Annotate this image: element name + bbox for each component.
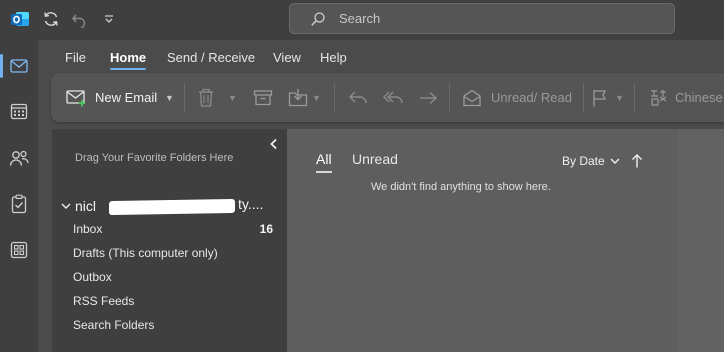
undo-icon[interactable] bbox=[71, 10, 89, 28]
title-bar: Search bbox=[0, 0, 724, 40]
chinese-conversion-icon bbox=[651, 89, 667, 106]
sort-direction-button[interactable] bbox=[630, 153, 644, 169]
folder-drafts[interactable]: Drafts (This computer only) bbox=[73, 243, 273, 263]
new-email-icon bbox=[66, 89, 86, 106]
favorites-drop-hint: Drag Your Favorite Folders Here bbox=[75, 152, 234, 164]
new-email-button[interactable]: New Email bbox=[66, 73, 157, 122]
move-button[interactable]: ▼ bbox=[288, 73, 321, 122]
folder-inbox[interactable]: Inbox 16 bbox=[73, 219, 273, 239]
tab-view[interactable]: View bbox=[273, 50, 301, 65]
folder-label: Search Folders bbox=[73, 318, 155, 332]
filter-tab-all[interactable]: All bbox=[316, 151, 332, 173]
sort-label: By Date bbox=[562, 154, 605, 168]
ribbon-separator bbox=[184, 83, 185, 112]
chevron-down-icon: ▼ bbox=[228, 92, 237, 103]
open-envelope-icon bbox=[463, 89, 481, 106]
rail-calendar-button[interactable] bbox=[0, 96, 38, 126]
calendar-icon bbox=[10, 103, 28, 120]
message-list-scroll-region bbox=[677, 129, 724, 352]
delete-button[interactable] bbox=[197, 73, 215, 122]
move-to-folder-icon bbox=[288, 88, 308, 106]
new-email-dropdown[interactable]: ▼ bbox=[165, 73, 174, 122]
chinese-conversion-button[interactable]: Chinese bbox=[648, 73, 723, 122]
reply-icon bbox=[349, 91, 367, 103]
ribbon-separator bbox=[634, 83, 635, 112]
reply-all-icon bbox=[383, 91, 403, 103]
tab-file[interactable]: File bbox=[65, 50, 86, 65]
sync-icon[interactable] bbox=[42, 10, 60, 28]
arrow-up-icon bbox=[632, 154, 642, 168]
rail-apps-button[interactable] bbox=[0, 235, 38, 265]
chinese-label: Chinese bbox=[675, 90, 723, 105]
empty-list-message: We didn't find anything to show here. bbox=[371, 181, 551, 193]
new-email-label: New Email bbox=[95, 90, 158, 105]
flag-button[interactable]: ▼ bbox=[592, 73, 624, 122]
folder-label: Drafts (This computer only) bbox=[73, 246, 218, 260]
folder-label: Outbox bbox=[73, 270, 112, 284]
tab-help[interactable]: Help bbox=[320, 50, 347, 65]
unread-read-label: Unread/ Read bbox=[491, 90, 572, 105]
archive-button[interactable] bbox=[253, 73, 273, 122]
search-input[interactable]: Search bbox=[289, 3, 675, 34]
folder-rss-feeds[interactable]: RSS Feeds bbox=[73, 291, 273, 311]
account-name: nicl bbox=[75, 198, 97, 214]
folder-label: Inbox bbox=[73, 222, 103, 236]
forward-icon bbox=[420, 91, 438, 104]
menu-tabs: File Home Send / Receive View Help bbox=[38, 40, 724, 74]
tab-send-receive[interactable]: Send / Receive bbox=[167, 50, 255, 65]
chevron-down-icon bbox=[610, 158, 620, 164]
folder-label: RSS Feeds bbox=[73, 294, 135, 308]
chevron-down-icon bbox=[61, 203, 71, 209]
unread-count-badge: 16 bbox=[259, 222, 273, 236]
search-placeholder: Search bbox=[339, 11, 381, 26]
tasks-icon bbox=[11, 194, 27, 214]
tab-home[interactable]: Home bbox=[110, 50, 147, 70]
rail-mail-button[interactable] bbox=[0, 51, 38, 81]
outlook-logo-icon bbox=[11, 12, 29, 26]
reply-button[interactable] bbox=[348, 73, 368, 122]
sort-by-dropdown[interactable]: By Date bbox=[562, 154, 620, 168]
ribbon-toolbar: New Email ▼ ▼ ▼ Unread/ Read ▼ Chinese bbox=[51, 73, 724, 122]
ribbon-separator bbox=[583, 83, 584, 112]
filter-tab-unread[interactable]: Unread bbox=[352, 151, 398, 167]
chevron-down-icon: ▼ bbox=[312, 92, 321, 103]
chevron-down-icon: ▼ bbox=[615, 92, 624, 103]
apps-icon bbox=[10, 241, 28, 259]
people-icon bbox=[9, 150, 29, 166]
forward-button[interactable] bbox=[418, 73, 438, 122]
collapse-folder-pane-button[interactable] bbox=[266, 136, 282, 152]
delete-dropdown[interactable]: ▼ bbox=[228, 73, 237, 122]
reply-all-button[interactable] bbox=[382, 73, 404, 122]
account-name-suffix: ty.... bbox=[238, 196, 264, 212]
redaction-mark bbox=[109, 198, 235, 216]
chevron-down-icon: ▼ bbox=[165, 92, 174, 103]
mail-icon bbox=[10, 59, 28, 73]
nav-rail bbox=[0, 40, 38, 352]
rail-tasks-button[interactable] bbox=[0, 189, 38, 219]
ribbon-separator bbox=[334, 83, 335, 112]
folder-search-folders[interactable]: Search Folders bbox=[73, 315, 273, 335]
delete-icon bbox=[199, 88, 213, 107]
unread-read-button[interactable]: Unread/ Read bbox=[462, 73, 572, 122]
folder-pane: Drag Your Favorite Folders Here nicl ty.… bbox=[52, 129, 287, 352]
search-icon bbox=[311, 11, 325, 26]
archive-icon bbox=[253, 89, 273, 105]
outlook-window: Search File Home Send / Receive View Hel… bbox=[0, 0, 724, 352]
folder-outbox[interactable]: Outbox bbox=[73, 267, 273, 287]
flag-icon bbox=[593, 89, 607, 106]
rail-people-button[interactable] bbox=[0, 143, 38, 173]
chevron-left-icon bbox=[270, 138, 277, 150]
ribbon-separator bbox=[449, 83, 450, 112]
quick-access-customize-icon[interactable] bbox=[100, 10, 118, 28]
